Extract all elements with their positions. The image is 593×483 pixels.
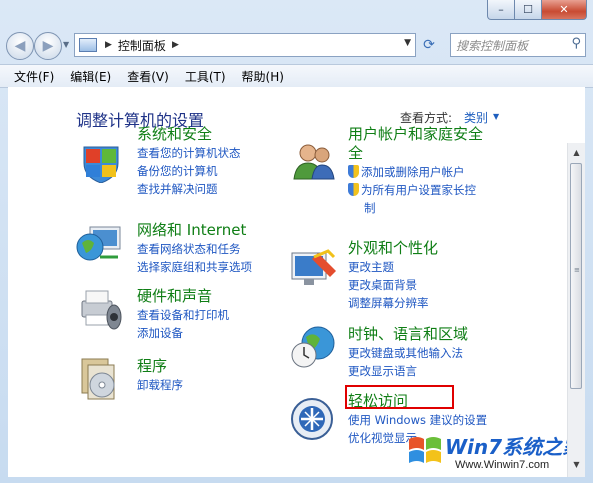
- address-bar[interactable]: ▶ 控制面板 ▶ ▼: [74, 33, 416, 57]
- link-parental-controls-continued[interactable]: 制: [348, 199, 483, 217]
- category-title-continued[interactable]: 全: [348, 144, 483, 163]
- appearance-monitor-icon: [291, 249, 336, 285]
- watermark-url: Www.Winwin7.com: [455, 459, 550, 471]
- programs-disc-icon: [81, 358, 115, 400]
- link-devices-printers[interactable]: 查看设备和打印机: [137, 306, 229, 324]
- scroll-thumb[interactable]: ≡: [570, 163, 582, 389]
- link-display-language[interactable]: 更改显示语言: [348, 362, 468, 380]
- maximize-button[interactable]: ☐: [515, 0, 542, 20]
- link-troubleshoot[interactable]: 查找并解决问题: [137, 180, 241, 198]
- search-placeholder: 搜索控制面板: [456, 38, 529, 53]
- link-text[interactable]: 添加或删除用户帐户: [361, 165, 465, 179]
- scroll-up-arrow-icon[interactable]: ▲: [568, 145, 585, 159]
- category-hardware-sound: 硬件和声音 查看设备和打印机 添加设备: [137, 287, 229, 342]
- uac-shield-icon: [348, 183, 359, 196]
- close-button[interactable]: ✕: [542, 0, 587, 20]
- view-by-dropdown[interactable]: 类别: [464, 109, 488, 126]
- category-network-internet: 网络和 Internet 查看网络状态和任务 选择家庭组和共享选项: [137, 221, 252, 276]
- scroll-down-arrow-icon[interactable]: ▼: [568, 457, 585, 471]
- link-add-remove-users[interactable]: 添加或删除用户帐户: [348, 163, 483, 181]
- view-by-dropdown-arrow-icon[interactable]: ▼: [493, 112, 499, 121]
- menu-view[interactable]: 查看(V): [127, 68, 169, 85]
- breadcrumb-chevron-icon[interactable]: ▶: [172, 40, 179, 50]
- view-by-label: 查看方式:: [400, 111, 453, 125]
- link-text[interactable]: 为所有用户设置家长控: [361, 183, 476, 197]
- uac-shield-icon: [348, 165, 359, 178]
- category-user-accounts: 用户帐户和家庭安全 全 添加或删除用户帐户 为所有用户设置家长控 制: [348, 125, 483, 217]
- back-button[interactable]: ◀: [6, 32, 34, 60]
- clock-globe-icon: [291, 326, 335, 368]
- menu-tools[interactable]: 工具(T): [185, 68, 226, 85]
- category-programs: 程序 卸载程序: [137, 357, 183, 394]
- back-arrow-icon: ◀: [14, 38, 26, 54]
- minimize-button[interactable]: –: [487, 0, 515, 20]
- link-network-status[interactable]: 查看网络状态和任务: [137, 240, 252, 258]
- vertical-scrollbar[interactable]: ▲ ≡ ▼: [567, 143, 585, 477]
- category-title[interactable]: 时钟、语言和区域: [348, 325, 468, 344]
- category-title[interactable]: 程序: [137, 357, 183, 376]
- scroll-grip-icon: ≡: [574, 266, 580, 274]
- printer-speaker-icon: [81, 290, 122, 330]
- link-add-device[interactable]: 添加设备: [137, 324, 229, 342]
- control-panel-icon: [79, 38, 97, 52]
- network-globe-icon: [76, 226, 121, 261]
- refresh-icon: ⟳: [423, 37, 435, 53]
- search-icon[interactable]: ⚲: [571, 36, 581, 51]
- window-controls: – ☐ ✕: [487, 0, 587, 20]
- forward-arrow-icon: ▶: [42, 38, 54, 54]
- category-clock-language-region: 时钟、语言和区域 更改键盘或其他输入法 更改显示语言: [348, 325, 468, 380]
- link-desktop-background[interactable]: 更改桌面背景: [348, 276, 438, 294]
- watermark: Win7系统之家 Www.Winwin7.com: [403, 427, 583, 475]
- category-title[interactable]: 系统和安全: [137, 125, 241, 144]
- category-title[interactable]: 网络和 Internet: [137, 221, 252, 240]
- navigation-bar: ◀ ▶ ▼ ▶ 控制面板 ▶ ▼ ⟳ 搜索控制面板 ⚲: [0, 30, 593, 62]
- link-uninstall[interactable]: 卸载程序: [137, 376, 183, 394]
- refresh-button[interactable]: ⟳: [418, 35, 440, 55]
- users-icon: [293, 144, 335, 180]
- menu-file[interactable]: 文件(F): [14, 68, 54, 85]
- category-title[interactable]: 用户帐户和家庭安全: [348, 125, 483, 144]
- control-panel-window: – ☐ ✕ ◀ ▶ ▼ ▶ 控制面板 ▶ ▼ ⟳ 搜索控制面板 ⚲ 文件(F) …: [0, 0, 593, 483]
- shield-windows-icon: [83, 146, 119, 183]
- breadcrumb-control-panel[interactable]: 控制面板: [118, 37, 166, 54]
- link-change-theme[interactable]: 更改主题: [348, 258, 438, 276]
- category-appearance: 外观和个性化 更改主题 更改桌面背景 调整屏幕分辨率: [348, 239, 438, 312]
- search-input[interactable]: 搜索控制面板 ⚲: [450, 33, 586, 57]
- link-check-status[interactable]: 查看您的计算机状态: [137, 144, 241, 162]
- link-keyboard-input[interactable]: 更改键盘或其他输入法: [348, 344, 468, 362]
- category-title[interactable]: 外观和个性化: [348, 239, 438, 258]
- link-backup[interactable]: 备份您的计算机: [137, 162, 241, 180]
- title-bar: – ☐ ✕: [0, 0, 593, 28]
- forward-button[interactable]: ▶: [34, 32, 62, 60]
- menu-bar: 文件(F) 编辑(E) 查看(V) 工具(T) 帮助(H): [0, 64, 593, 88]
- menu-help[interactable]: 帮助(H): [242, 68, 284, 85]
- recent-pages-dropdown-icon[interactable]: ▼: [63, 40, 69, 49]
- windows-logo-icon: [409, 437, 441, 463]
- menu-edit[interactable]: 编辑(E): [70, 68, 111, 85]
- link-screen-resolution[interactable]: 调整屏幕分辨率: [348, 294, 438, 312]
- address-dropdown-icon[interactable]: ▼: [404, 38, 411, 48]
- category-title[interactable]: 硬件和声音: [137, 287, 229, 306]
- ease-of-access-icon: [291, 398, 333, 440]
- highlight-annotation-box: [345, 385, 454, 409]
- link-homegroup[interactable]: 选择家庭组和共享选项: [137, 258, 252, 276]
- link-parental-controls[interactable]: 为所有用户设置家长控: [348, 181, 483, 199]
- breadcrumb-chevron-icon[interactable]: ▶: [105, 40, 112, 50]
- watermark-title: Win7系统之家: [445, 435, 583, 459]
- content-pane: 调整计算机的设置 查看方式: 类别 ▼ 系统和安全 查看您的计算机状态 备份您的…: [8, 87, 585, 477]
- category-system-security: 系统和安全 查看您的计算机状态 备份您的计算机 查找并解决问题: [137, 125, 241, 198]
